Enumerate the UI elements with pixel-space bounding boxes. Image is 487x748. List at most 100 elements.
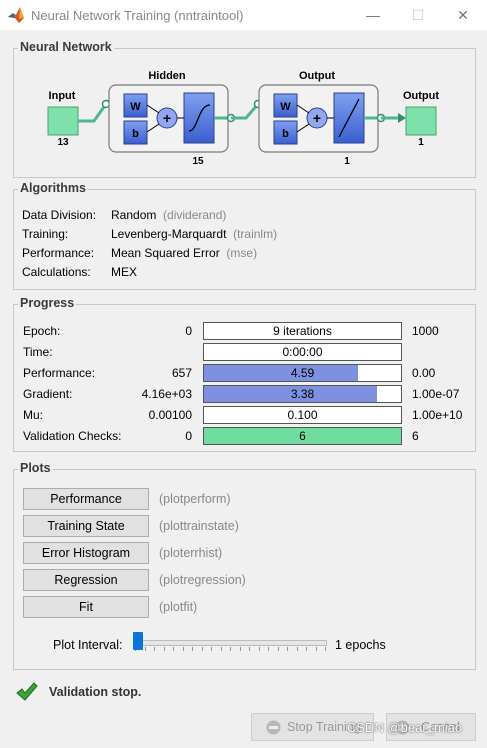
bar-text: 4.59 <box>290 366 315 380</box>
algorithm-label: Calculations: <box>22 265 91 279</box>
title-bar: Neural Network Training (nntraintool) — … <box>0 0 487 30</box>
hidden-b-symbol: b <box>132 128 139 140</box>
matlab-logo-icon <box>8 7 24 23</box>
plot-training-state-button[interactable]: Training State <box>23 515 149 537</box>
plot-training-state-fn: (plottrainstate) <box>159 519 239 533</box>
plots-section-title: Plots <box>18 461 53 475</box>
bar-text: 0:00:00 <box>282 345 323 359</box>
output-layer-size: 1 <box>344 156 350 167</box>
input-label: Input <box>49 90 76 102</box>
progress-label-performance: Performance: <box>23 366 96 380</box>
algorithms-panel: Algorithms Data Division: Random (divider… <box>13 181 476 290</box>
plot-interval-value: 1 epochs <box>335 638 386 652</box>
progress-label-gradient: Gradient: <box>23 387 73 401</box>
algorithm-value: MEX <box>111 265 138 279</box>
bar-text: 0.100 <box>287 408 318 422</box>
plot-performance-fn: (plotperform) <box>159 492 231 506</box>
plot-interval-slider-thumb[interactable] <box>133 632 143 650</box>
progress-end-performance: 0.00 <box>412 366 436 380</box>
performance-bar: 4.59 <box>203 364 402 382</box>
slider-tick <box>296 647 298 651</box>
progress-label-epoch: Epoch: <box>23 324 61 338</box>
output-layer-label: Output <box>299 70 335 82</box>
validation-bar: 6 <box>203 427 402 445</box>
bar-text: 9 iterations <box>273 324 332 338</box>
progress-end-epoch: 1000 <box>412 324 439 338</box>
slider-tick <box>287 647 288 651</box>
slider-tick <box>211 647 212 651</box>
algorithm-fn: (mse) <box>226 246 258 260</box>
output-size: 1 <box>418 137 424 148</box>
progress-start-gradient: 4.16e+03 <box>141 387 192 401</box>
progress-label-mu: Mu: <box>23 408 44 422</box>
final-arrow-icon <box>398 113 406 123</box>
output-w-symbol: W <box>280 101 291 113</box>
algorithm-value: Random <box>111 208 157 222</box>
maximize-button[interactable]: ☐ <box>408 6 428 24</box>
output-plus-symbol: + <box>313 110 321 126</box>
slider-tick <box>277 647 279 651</box>
slider-tick <box>154 647 155 651</box>
slider-tick <box>230 647 231 651</box>
hidden-size: 15 <box>192 156 204 167</box>
progress-label-time: Time: <box>23 345 53 359</box>
plot-interval-slider-track[interactable] <box>135 640 327 646</box>
slider-tick <box>220 647 222 651</box>
slider-tick <box>182 647 184 651</box>
hidden-plus-symbol: + <box>163 110 171 126</box>
plot-interval-label: Plot Interval: <box>53 638 123 652</box>
plot-fit-fn: (plotfit) <box>159 600 198 614</box>
hidden-label: Hidden <box>148 70 186 82</box>
algorithm-row-performance: Performance: Mean Squared Error (mse) <box>22 246 257 260</box>
plots-panel: Plots Performance (plotperform) Training… <box>13 461 476 670</box>
algorithm-label: Training: <box>22 227 69 241</box>
algorithms-section-title: Algorithms <box>18 181 88 195</box>
slider-tick <box>268 647 269 651</box>
slider-tick <box>163 647 165 651</box>
algorithm-label: Data Division: <box>22 208 97 222</box>
algorithm-value: Levenberg-Marquardt <box>111 227 227 241</box>
time-bar: 0:00:00 <box>203 343 402 361</box>
input-node <box>47 106 79 136</box>
plot-regression-fn: (plotregression) <box>159 573 246 587</box>
progress-end-validation: 6 <box>412 429 419 443</box>
status-message: Validation stop. <box>49 685 142 699</box>
slider-tick <box>201 647 203 651</box>
progress-section-title: Progress <box>18 296 77 310</box>
slider-tick <box>315 647 317 651</box>
algorithm-value: Mean Squared Error <box>111 246 220 260</box>
progress-end-mu: 1.00e+10 <box>412 408 463 422</box>
close-button[interactable]: ✕ <box>453 6 473 24</box>
plot-error-histogram-button[interactable]: Error Histogram <box>23 542 149 564</box>
plot-fit-button[interactable]: Fit <box>23 596 149 618</box>
output-node <box>405 106 437 136</box>
slider-tick <box>249 647 250 651</box>
algorithm-row-training: Training: Levenberg-Marquardt (trainlm) <box>22 227 277 241</box>
algorithm-row-division: Data Division: Random (dividerand) <box>22 208 226 222</box>
plot-regression-button[interactable]: Regression <box>23 569 149 591</box>
minimize-button[interactable]: — <box>363 6 383 24</box>
watermark: CSDN @bear_miao <box>347 720 463 735</box>
window-title: Neural Network Training (nntraintool) <box>31 8 244 23</box>
plot-performance-button[interactable]: Performance <box>23 488 149 510</box>
slider-tick <box>192 647 193 651</box>
slider-tick <box>144 647 146 651</box>
bar-text: 6 <box>299 429 306 443</box>
slider-tick <box>258 647 260 651</box>
progress-panel: Progress Epoch: 0 9 iterations 1000 Time… <box>13 296 476 452</box>
slider-tick <box>306 647 307 651</box>
slider-tick <box>173 647 174 651</box>
gradient-bar: 3.38 <box>203 385 402 403</box>
progress-end-gradient: 1.00e-07 <box>412 387 460 401</box>
input-size: 13 <box>57 137 69 148</box>
slider-tick <box>325 647 326 651</box>
mu-bar: 0.100 <box>203 406 402 424</box>
bar-text: 3.38 <box>290 387 315 401</box>
epoch-bar: 9 iterations <box>203 322 402 340</box>
algorithm-fn: (trainlm) <box>233 227 278 241</box>
input-connector <box>78 103 108 123</box>
hidden-to-output-connector <box>231 103 260 120</box>
stop-icon <box>266 720 281 735</box>
algorithm-fn: (dividerand) <box>163 208 227 222</box>
progress-start-mu: 0.00100 <box>148 408 192 422</box>
